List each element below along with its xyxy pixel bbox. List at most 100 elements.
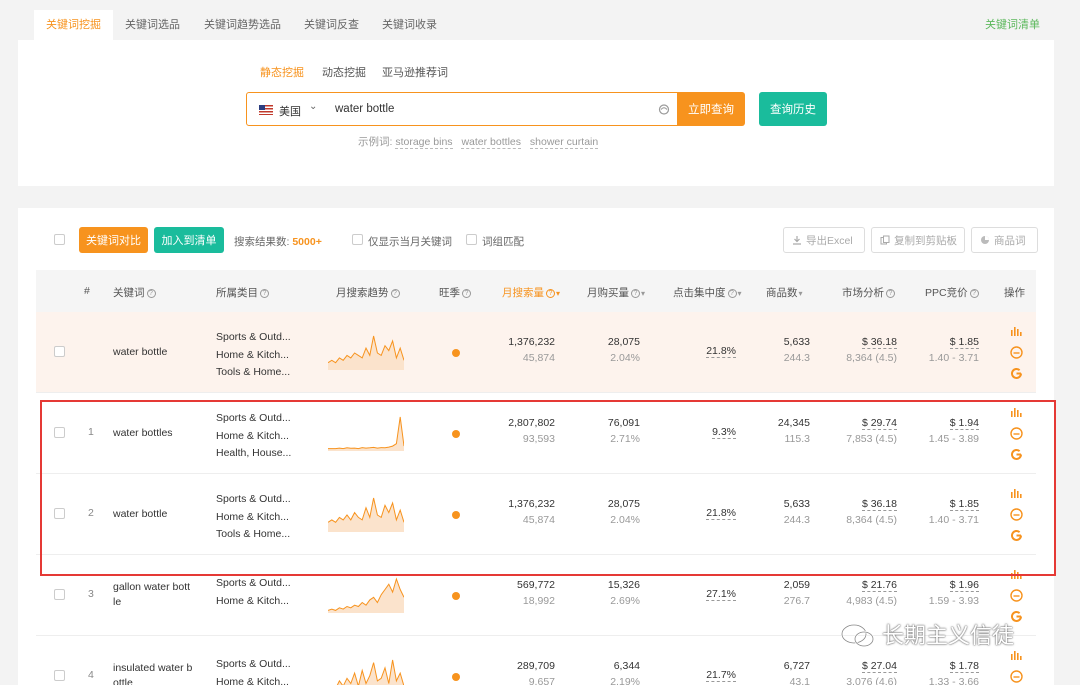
category-item[interactable]: Home & Kitch...: [216, 593, 291, 611]
sort-icon[interactable]: ▾: [641, 289, 645, 298]
sort-icon[interactable]: ▾: [799, 289, 803, 298]
category-item[interactable]: Sports & Outd...: [216, 656, 291, 674]
click-concentration-value[interactable]: 21.8%: [706, 507, 736, 520]
bar-chart-icon[interactable]: [1010, 324, 1023, 337]
sort-icon[interactable]: ▾: [556, 289, 560, 298]
column-market-analysis[interactable]: 市场分析?: [842, 285, 895, 300]
amazon-icon[interactable]: [1010, 670, 1023, 683]
click-concentration-value[interactable]: 9.3%: [712, 426, 736, 439]
category-item[interactable]: Health, House...: [216, 445, 291, 463]
keyword-compare-button[interactable]: 关键词对比: [79, 227, 148, 253]
category-item[interactable]: Sports & Outd...: [216, 329, 291, 347]
amazon-icon[interactable]: [1010, 427, 1023, 440]
copy-clipboard-button[interactable]: 复制到剪贴板: [871, 227, 965, 253]
tab-keyword-mining[interactable]: 关键词挖掘: [34, 10, 113, 40]
chevron-down-icon[interactable]: ⌄: [309, 101, 317, 112]
click-concentration-value[interactable]: 21.8%: [706, 345, 736, 358]
tab-keyword-indexing[interactable]: 关键词收录: [370, 10, 449, 40]
amazon-icon[interactable]: [1010, 346, 1023, 359]
help-icon[interactable]: ?: [546, 289, 555, 298]
tab-static-mining[interactable]: 静态挖掘: [260, 64, 304, 80]
image-search-icon[interactable]: [657, 102, 671, 116]
current-month-checkbox[interactable]: [352, 234, 363, 245]
bar-chart-icon[interactable]: [1010, 405, 1023, 418]
search-input[interactable]: [335, 99, 635, 119]
keyword-list-link[interactable]: 关键词清单: [985, 10, 1040, 40]
help-icon[interactable]: ?: [146, 289, 156, 298]
category-item[interactable]: Home & Kitch...: [216, 674, 291, 685]
table-row[interactable]: 1 water bottles Sports & Outd... Home & Kit…: [36, 393, 1036, 474]
bar-chart-icon[interactable]: [1010, 486, 1023, 499]
trend-sparkline[interactable]: [328, 496, 404, 532]
keyword-link[interactable]: gallon water bott le: [113, 580, 190, 610]
column-monthly-search[interactable]: 月搜索量? ▾: [502, 285, 560, 300]
help-icon[interactable]: ?: [631, 289, 640, 298]
column-monthly-purchase[interactable]: 月购买量? ▾: [587, 285, 645, 300]
google-icon[interactable]: [1010, 529, 1023, 542]
add-to-list-button[interactable]: 加入到清单: [154, 227, 224, 253]
avg-price[interactable]: $ 29.74: [861, 417, 897, 430]
ppc-value[interactable]: $ 1.94: [949, 417, 979, 430]
column-click-concentration[interactable]: 点击集中度? ▾: [673, 285, 742, 300]
example-keyword[interactable]: storage bins: [395, 136, 453, 149]
tab-keyword-reverse-lookup[interactable]: 关键词反查: [292, 10, 371, 40]
bar-chart-icon[interactable]: [1010, 567, 1023, 580]
row-checkbox[interactable]: [54, 589, 65, 600]
keyword-link[interactable]: water bottles: [113, 426, 173, 441]
google-icon[interactable]: [1010, 448, 1023, 461]
select-all-checkbox[interactable]: [54, 234, 65, 245]
category-item[interactable]: Home & Kitch...: [216, 428, 291, 446]
amazon-icon[interactable]: [1010, 508, 1023, 521]
table-row[interactable]: water bottle Sports & Outd... Home & Kitch…: [36, 312, 1036, 393]
row-checkbox[interactable]: [54, 670, 65, 681]
column-keyword[interactable]: 关键词?: [113, 285, 156, 300]
column-ppc-bid[interactable]: PPC竞价?: [925, 285, 979, 300]
amazon-icon[interactable]: [1010, 589, 1023, 602]
export-excel-button[interactable]: 导出Excel: [783, 227, 865, 253]
help-icon[interactable]: ?: [390, 289, 400, 298]
query-button[interactable]: 立即查询: [677, 92, 745, 126]
avg-price[interactable]: $ 21.76: [861, 579, 897, 592]
avg-price[interactable]: $ 36.18: [861, 336, 897, 349]
help-icon[interactable]: ?: [969, 289, 979, 298]
row-checkbox[interactable]: [54, 508, 65, 519]
help-icon[interactable]: ?: [886, 289, 895, 298]
help-icon[interactable]: ?: [462, 289, 471, 298]
category-item[interactable]: Sports & Outd...: [216, 491, 291, 509]
click-concentration-value[interactable]: 27.1%: [706, 588, 736, 601]
sort-icon[interactable]: ▾: [738, 289, 742, 298]
ppc-value[interactable]: $ 1.85: [949, 336, 979, 349]
category-item[interactable]: Sports & Outd...: [216, 410, 291, 428]
phrase-match-checkbox[interactable]: [466, 234, 477, 245]
click-concentration-value[interactable]: 21.7%: [706, 669, 736, 682]
query-history-button[interactable]: 查询历史: [759, 92, 827, 126]
column-product-count[interactable]: 商品数▾: [766, 285, 803, 300]
trend-sparkline[interactable]: [328, 658, 404, 685]
category-item[interactable]: Home & Kitch...: [216, 509, 291, 527]
example-keyword[interactable]: water bottles: [461, 136, 521, 149]
row-checkbox[interactable]: [54, 427, 65, 438]
avg-price[interactable]: $ 36.18: [861, 498, 897, 511]
row-checkbox[interactable]: [54, 346, 65, 357]
trend-sparkline[interactable]: [328, 577, 404, 613]
tab-dynamic-mining[interactable]: 动态挖掘: [322, 64, 366, 80]
keyword-link[interactable]: water bottle: [113, 345, 167, 360]
column-trend[interactable]: 月搜索趋势?: [336, 285, 400, 300]
category-item[interactable]: Sports & Outd...: [216, 575, 291, 593]
tab-keyword-product-selection[interactable]: 关键词选品: [113, 10, 192, 40]
ppc-value[interactable]: $ 1.96: [949, 579, 979, 592]
category-item[interactable]: Tools & Home...: [216, 364, 291, 382]
keyword-link[interactable]: water bottle: [113, 507, 167, 522]
column-category[interactable]: 所属类目?: [216, 285, 269, 300]
trend-sparkline[interactable]: [328, 334, 404, 370]
ppc-value[interactable]: $ 1.78: [949, 660, 979, 673]
avg-price[interactable]: $ 27.04: [861, 660, 897, 673]
example-keyword[interactable]: shower curtain: [529, 136, 599, 149]
category-item[interactable]: Home & Kitch...: [216, 347, 291, 365]
product-words-button[interactable]: 商品词: [971, 227, 1038, 253]
ppc-value[interactable]: $ 1.85: [949, 498, 979, 511]
trend-sparkline[interactable]: [328, 415, 404, 451]
google-icon[interactable]: [1010, 367, 1023, 380]
tab-amazon-recommended[interactable]: 亚马逊推荐词: [382, 64, 448, 80]
category-item[interactable]: Tools & Home...: [216, 526, 291, 544]
